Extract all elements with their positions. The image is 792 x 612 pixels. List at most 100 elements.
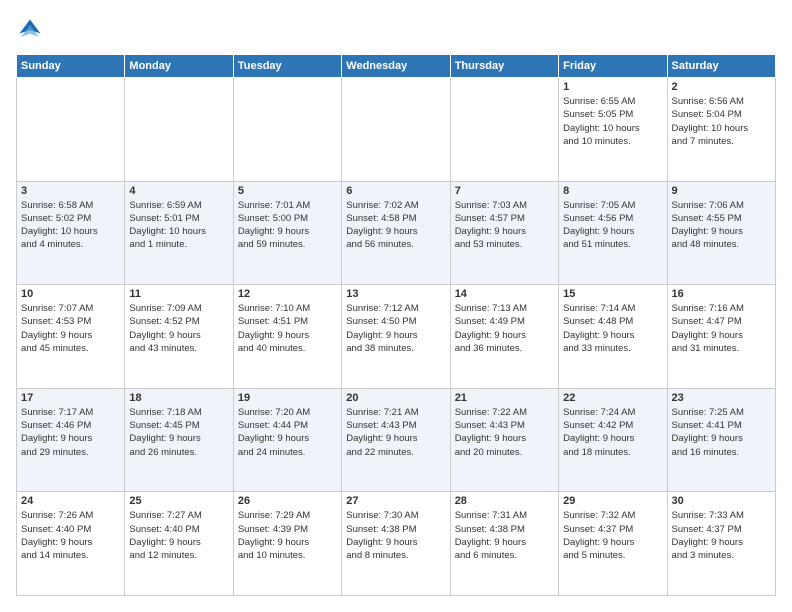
calendar-day-cell: 20 Sunrise: 7:21 AM Sunset: 4:43 PM Dayli… (342, 388, 450, 492)
day-number: 29 (563, 495, 662, 507)
day-info: Sunrise: 7:12 AM Sunset: 4:50 PM Dayligh… (346, 302, 445, 355)
day-number: 4 (129, 185, 228, 197)
day-info: Sunrise: 7:25 AM Sunset: 4:41 PM Dayligh… (672, 406, 771, 459)
day-number: 26 (238, 495, 337, 507)
weekday-header: Thursday (450, 55, 558, 78)
calendar-day-cell: 2 Sunrise: 6:56 AM Sunset: 5:04 PM Daylig… (667, 78, 775, 182)
calendar-day-cell: 4Sunrise: 6:59 AM Sunset: 5:01 PM Daylig… (125, 181, 233, 285)
header (16, 16, 776, 44)
day-info: Sunrise: 7:26 AM Sunset: 4:40 PM Dayligh… (21, 509, 120, 562)
weekday-header: Saturday (667, 55, 775, 78)
day-info: Sunrise: 7:10 AM Sunset: 4:51 PM Dayligh… (238, 302, 337, 355)
day-info: Sunrise: 7:16 AM Sunset: 4:47 PM Dayligh… (672, 302, 771, 355)
day-number: 17 (21, 392, 120, 404)
logo-icon (16, 16, 44, 44)
day-number: 24 (21, 495, 120, 507)
day-number: 30 (672, 495, 771, 507)
day-number: 10 (21, 288, 120, 300)
day-number: 27 (346, 495, 445, 507)
day-number: 9 (672, 185, 771, 197)
calendar-week-row: 10Sunrise: 7:07 AM Sunset: 4:53 PM Dayli… (17, 285, 776, 389)
day-info: Sunrise: 6:58 AM Sunset: 5:02 PM Dayligh… (21, 199, 120, 252)
calendar-day-cell: 18 Sunrise: 7:18 AM Sunset: 4:45 PM Dayli… (125, 388, 233, 492)
day-number: 18 (129, 392, 228, 404)
calendar-day-cell: 17 Sunrise: 7:17 AM Sunset: 4:46 PM Dayli… (17, 388, 125, 492)
day-number: 21 (455, 392, 554, 404)
day-info: Sunrise: 7:31 AM Sunset: 4:38 PM Dayligh… (455, 509, 554, 562)
day-number: 3 (21, 185, 120, 197)
day-number: 16 (672, 288, 771, 300)
day-number: 12 (238, 288, 337, 300)
calendar-day-cell: 23 Sunrise: 7:25 AM Sunset: 4:41 PM Dayli… (667, 388, 775, 492)
calendar-day-cell: 15Sunrise: 7:14 AM Sunset: 4:48 PM Dayli… (559, 285, 667, 389)
day-info: Sunrise: 7:24 AM Sunset: 4:42 PM Dayligh… (563, 406, 662, 459)
day-number: 1 (563, 81, 662, 93)
day-info: Sunrise: 7:22 AM Sunset: 4:43 PM Dayligh… (455, 406, 554, 459)
calendar-day-cell: 3 Sunrise: 6:58 AM Sunset: 5:02 PM Daylig… (17, 181, 125, 285)
day-number: 14 (455, 288, 554, 300)
calendar-day-cell: 25 Sunrise: 7:27 AM Sunset: 4:40 PM Dayli… (125, 492, 233, 596)
day-info: Sunrise: 7:27 AM Sunset: 4:40 PM Dayligh… (129, 509, 228, 562)
calendar-day-cell: 27 Sunrise: 7:30 AM Sunset: 4:38 PM Dayli… (342, 492, 450, 596)
weekday-header: Wednesday (342, 55, 450, 78)
weekday-header: Monday (125, 55, 233, 78)
weekday-header: Sunday (17, 55, 125, 78)
calendar-header: SundayMondayTuesdayWednesdayThursdayFrid… (17, 55, 776, 78)
calendar-day-cell: 1 Sunrise: 6:55 AM Sunset: 5:05 PM Daylig… (559, 78, 667, 182)
calendar-day-cell (450, 78, 558, 182)
calendar-day-cell: 7 Sunrise: 7:03 AM Sunset: 4:57 PM Daylig… (450, 181, 558, 285)
logo (16, 16, 48, 44)
day-number: 28 (455, 495, 554, 507)
page: SundayMondayTuesdayWednesdayThursdayFrid… (0, 0, 792, 612)
day-number: 6 (346, 185, 445, 197)
calendar-day-cell: 22 Sunrise: 7:24 AM Sunset: 4:42 PM Dayli… (559, 388, 667, 492)
day-info: Sunrise: 7:18 AM Sunset: 4:45 PM Dayligh… (129, 406, 228, 459)
day-number: 25 (129, 495, 228, 507)
day-number: 22 (563, 392, 662, 404)
day-info: Sunrise: 7:21 AM Sunset: 4:43 PM Dayligh… (346, 406, 445, 459)
day-info: Sunrise: 7:17 AM Sunset: 4:46 PM Dayligh… (21, 406, 120, 459)
day-info: Sunrise: 7:20 AM Sunset: 4:44 PM Dayligh… (238, 406, 337, 459)
calendar-week-row: 1 Sunrise: 6:55 AM Sunset: 5:05 PM Daylig… (17, 78, 776, 182)
calendar-day-cell: 26 Sunrise: 7:29 AM Sunset: 4:39 PM Dayli… (233, 492, 341, 596)
weekday-header: Tuesday (233, 55, 341, 78)
calendar-day-cell: 8 Sunrise: 7:05 AM Sunset: 4:56 PM Daylig… (559, 181, 667, 285)
calendar-day-cell: 9 Sunrise: 7:06 AM Sunset: 4:55 PM Daylig… (667, 181, 775, 285)
calendar-week-row: 3 Sunrise: 6:58 AM Sunset: 5:02 PM Daylig… (17, 181, 776, 285)
day-info: Sunrise: 7:33 AM Sunset: 4:37 PM Dayligh… (672, 509, 771, 562)
calendar-body: 1 Sunrise: 6:55 AM Sunset: 5:05 PM Daylig… (17, 78, 776, 596)
day-number: 11 (129, 288, 228, 300)
calendar-day-cell: 28 Sunrise: 7:31 AM Sunset: 4:38 PM Dayli… (450, 492, 558, 596)
calendar-day-cell: 19 Sunrise: 7:20 AM Sunset: 4:44 PM Dayli… (233, 388, 341, 492)
day-number: 19 (238, 392, 337, 404)
calendar-day-cell: 12 Sunrise: 7:10 AM Sunset: 4:51 PM Dayli… (233, 285, 341, 389)
day-info: Sunrise: 7:30 AM Sunset: 4:38 PM Dayligh… (346, 509, 445, 562)
calendar-day-cell: 10Sunrise: 7:07 AM Sunset: 4:53 PM Dayli… (17, 285, 125, 389)
day-info: Sunrise: 6:56 AM Sunset: 5:04 PM Dayligh… (672, 95, 771, 148)
calendar-day-cell: 14Sunrise: 7:13 AM Sunset: 4:49 PM Dayli… (450, 285, 558, 389)
weekday-row: SundayMondayTuesdayWednesdayThursdayFrid… (17, 55, 776, 78)
day-number: 15 (563, 288, 662, 300)
calendar-day-cell: 11Sunrise: 7:09 AM Sunset: 4:52 PM Dayli… (125, 285, 233, 389)
day-number: 5 (238, 185, 337, 197)
day-number: 8 (563, 185, 662, 197)
weekday-header: Friday (559, 55, 667, 78)
day-number: 7 (455, 185, 554, 197)
calendar-week-row: 24 Sunrise: 7:26 AM Sunset: 4:40 PM Dayli… (17, 492, 776, 596)
day-info: Sunrise: 7:02 AM Sunset: 4:58 PM Dayligh… (346, 199, 445, 252)
calendar-day-cell (342, 78, 450, 182)
calendar-day-cell: 29 Sunrise: 7:32 AM Sunset: 4:37 PM Dayli… (559, 492, 667, 596)
day-number: 23 (672, 392, 771, 404)
day-info: Sunrise: 7:32 AM Sunset: 4:37 PM Dayligh… (563, 509, 662, 562)
day-number: 2 (672, 81, 771, 93)
calendar-day-cell (125, 78, 233, 182)
day-number: 20 (346, 392, 445, 404)
day-info: Sunrise: 6:55 AM Sunset: 5:05 PM Dayligh… (563, 95, 662, 148)
calendar-table: SundayMondayTuesdayWednesdayThursdayFrid… (16, 54, 776, 596)
calendar-day-cell (233, 78, 341, 182)
day-info: Sunrise: 7:03 AM Sunset: 4:57 PM Dayligh… (455, 199, 554, 252)
day-info: Sunrise: 7:05 AM Sunset: 4:56 PM Dayligh… (563, 199, 662, 252)
calendar-day-cell: 13Sunrise: 7:12 AM Sunset: 4:50 PM Dayli… (342, 285, 450, 389)
day-info: Sunrise: 7:29 AM Sunset: 4:39 PM Dayligh… (238, 509, 337, 562)
day-info: Sunrise: 7:06 AM Sunset: 4:55 PM Dayligh… (672, 199, 771, 252)
